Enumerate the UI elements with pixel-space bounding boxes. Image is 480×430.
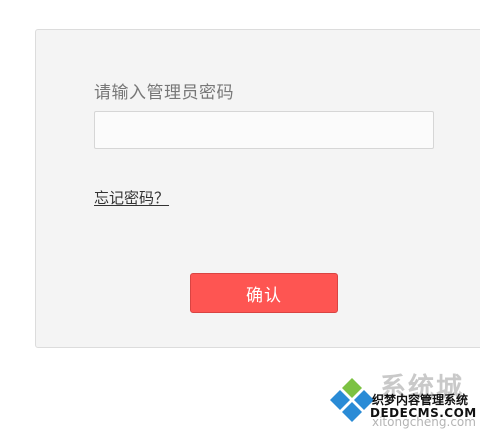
admin-password-input[interactable]	[94, 111, 434, 149]
watermark-subtitle: 织梦内容管理系统	[372, 393, 469, 407]
admin-login-panel: 请输入管理员密码 忘记密码？ 确认	[35, 29, 480, 348]
watermark-title: 系统城	[380, 373, 465, 403]
watermark-domain: DEDECMS.COM	[370, 406, 477, 420]
xitongcheng-logo-icon	[330, 378, 374, 422]
site-watermark: 系统城 织梦内容管理系统 DEDECMS.COM xitongcheng.com	[326, 374, 480, 430]
password-prompt-label: 请输入管理员密码	[94, 83, 234, 103]
watermark-url: xitongcheng.com	[372, 415, 476, 429]
confirm-button[interactable]: 确认	[190, 273, 338, 313]
forgot-password-link[interactable]: 忘记密码？	[94, 187, 169, 208]
